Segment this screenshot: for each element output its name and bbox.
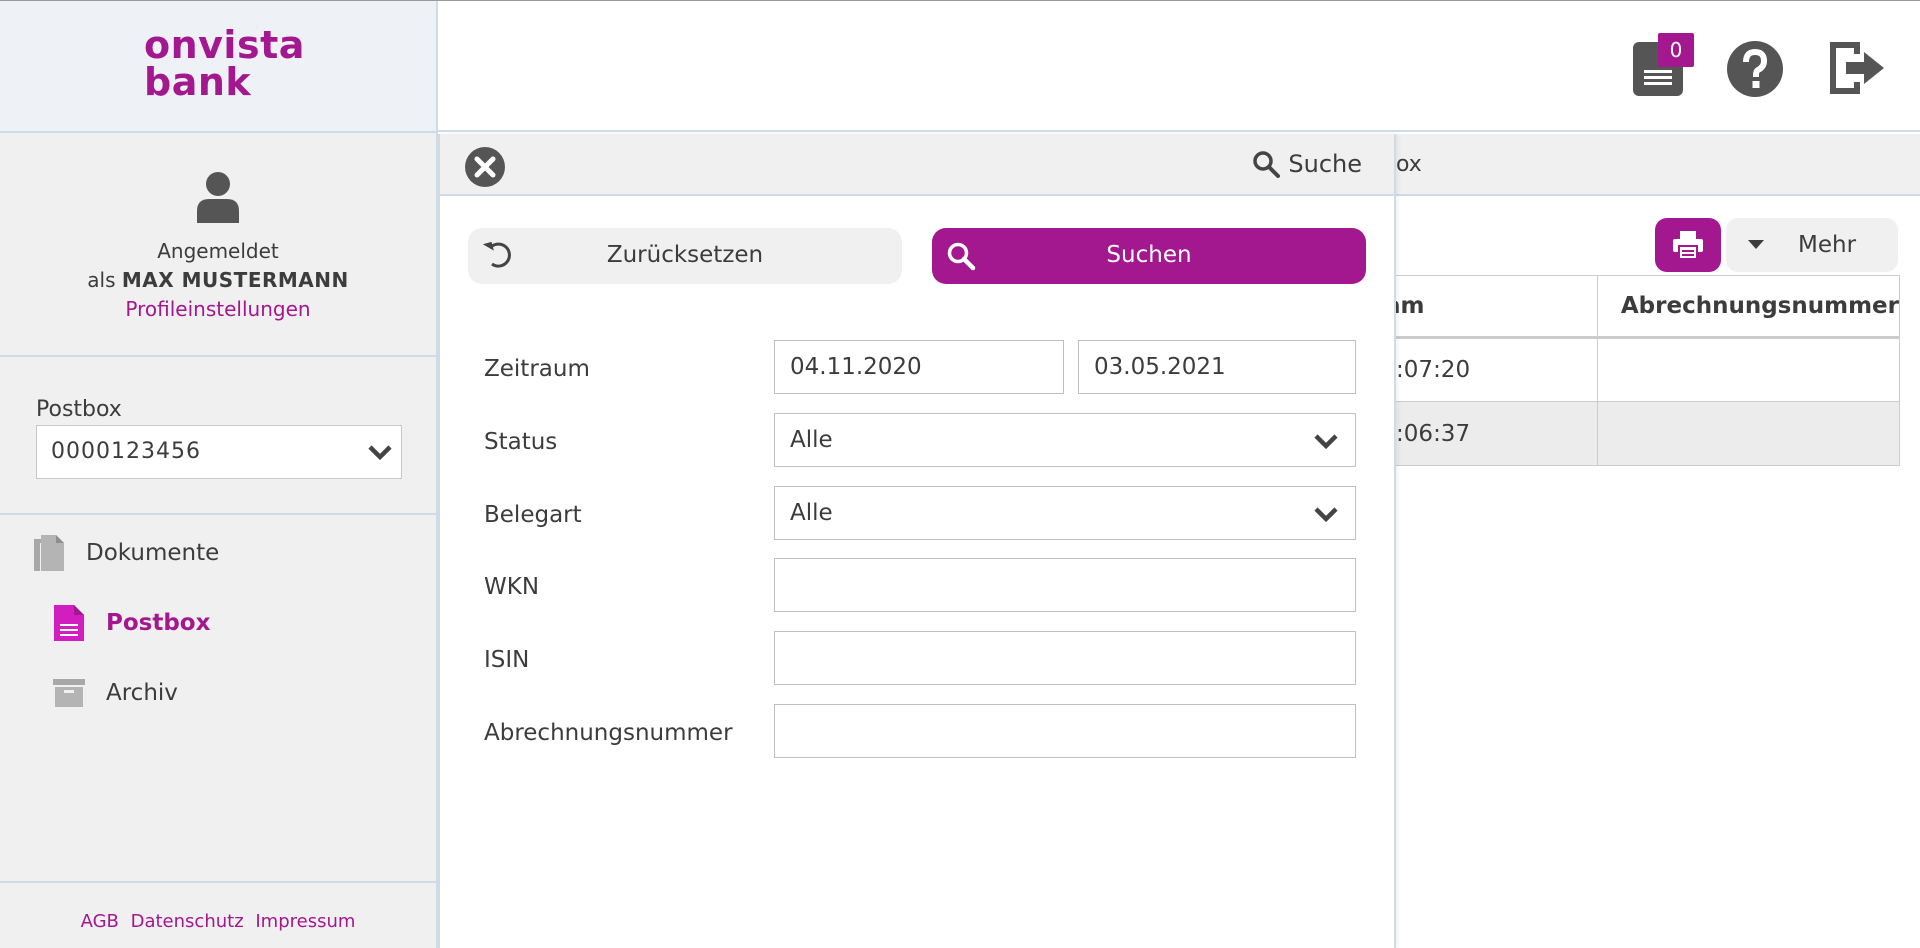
table-cell: [1596, 401, 1901, 466]
sidebar-item-archiv[interactable]: Archiv: [52, 675, 178, 711]
reset-button[interactable]: Zurücksetzen: [468, 228, 902, 284]
sidebar-item-label: Archiv: [106, 680, 178, 706]
logo-line-2: bank: [144, 60, 252, 104]
logo-area: onvista bank: [0, 1, 436, 133]
archive-box-icon: [53, 679, 85, 707]
postbox-value: 0000123456: [51, 439, 201, 464]
search-panel-title-text: Suche: [1288, 150, 1362, 178]
zeitraum-label: Zeitraum: [484, 356, 590, 382]
zeitraum-to-input[interactable]: 03.05.2021: [1078, 340, 1356, 394]
agb-link[interactable]: AGB: [81, 911, 119, 932]
sidebar: onvista bank Angemeldet als MAX MUSTERMA…: [0, 1, 438, 948]
column-header-abrechnungsnummer[interactable]: Abrechnungsnummer: [1596, 275, 1901, 339]
more-dropdown-button[interactable]: Mehr: [1726, 218, 1898, 272]
sidebar-item-label: Dokumente: [86, 540, 220, 566]
abrechnungsnummer-input[interactable]: [774, 704, 1356, 758]
impressum-link[interactable]: Impressum: [255, 911, 355, 932]
search-submit-button[interactable]: Suchen: [932, 228, 1366, 284]
top-header: [438, 1, 1920, 132]
printer-icon: [1673, 231, 1703, 259]
belegart-select[interactable]: Alle: [774, 486, 1356, 540]
footer-links: AGB Datenschutz Impressum: [0, 911, 436, 932]
user-info: Angemeldet als MAX MUSTERMANN Profileins…: [0, 135, 436, 357]
print-button[interactable]: [1655, 218, 1721, 272]
close-icon[interactable]: [464, 146, 506, 188]
user-icon: [197, 172, 239, 223]
postbox-label: Postbox: [36, 397, 122, 422]
user-name: MAX MUSTERMANN: [121, 268, 349, 292]
search-submit-label: Suchen: [1106, 242, 1192, 268]
sidebar-item-label: Postbox: [106, 610, 211, 636]
postbox-document-icon: [54, 605, 84, 641]
search-panel-title: Suche: [1252, 150, 1362, 178]
as-prefix: als: [87, 268, 116, 292]
search-panel: Suche Zurücksetzen Suchen Zeitraum 04.11…: [438, 134, 1396, 948]
profile-settings-link[interactable]: Profileinstellungen: [0, 297, 436, 321]
status-label: Status: [484, 429, 558, 455]
logout-icon[interactable]: [1826, 38, 1886, 98]
table-cell: [1596, 337, 1901, 402]
message-count-badge: 0: [1658, 33, 1694, 67]
status-value: Alle: [790, 427, 833, 453]
documents-icon: [34, 535, 64, 571]
logged-in-label: Angemeldet: [157, 239, 279, 263]
onvista-bank-logo[interactable]: onvista bank: [144, 23, 305, 104]
caret-down-icon: [1748, 240, 1764, 249]
status-select[interactable]: Alle: [774, 413, 1356, 467]
wkn-input[interactable]: [774, 558, 1356, 612]
chevron-down-icon: [368, 445, 392, 461]
more-label: Mehr: [1798, 232, 1857, 258]
postbox-dropdown[interactable]: 0000123456: [36, 425, 402, 479]
chevron-down-icon: [1314, 434, 1338, 450]
isin-label: ISIN: [484, 647, 530, 673]
postbox-selector: Postbox 0000123456: [0, 359, 436, 515]
search-panel-header: Suche: [440, 134, 1394, 196]
abrechnungsnummer-label: Abrechnungsnummer: [484, 720, 733, 746]
logged-in-user: als MAX MUSTERMANN: [0, 268, 436, 292]
sidebar-item-postbox[interactable]: Postbox: [52, 605, 210, 641]
reset-label: Zurücksetzen: [606, 242, 764, 268]
help-icon[interactable]: [1726, 40, 1784, 98]
wkn-label: WKN: [484, 574, 540, 600]
isin-input[interactable]: [774, 631, 1356, 685]
chevron-down-icon: [1314, 507, 1338, 523]
belegart-value: Alle: [790, 500, 833, 526]
sidebar-footer: AGB Datenschutz Impressum: [0, 881, 436, 948]
belegart-label: Belegart: [484, 502, 582, 528]
sidebar-item-dokumente[interactable]: Dokumente: [32, 535, 219, 571]
logo-line-1: onvista: [144, 23, 305, 67]
datenschutz-link[interactable]: Datenschutz: [131, 911, 244, 932]
search-icon: [1253, 151, 1281, 178]
zeitraum-from-input[interactable]: 04.11.2020: [774, 340, 1064, 394]
